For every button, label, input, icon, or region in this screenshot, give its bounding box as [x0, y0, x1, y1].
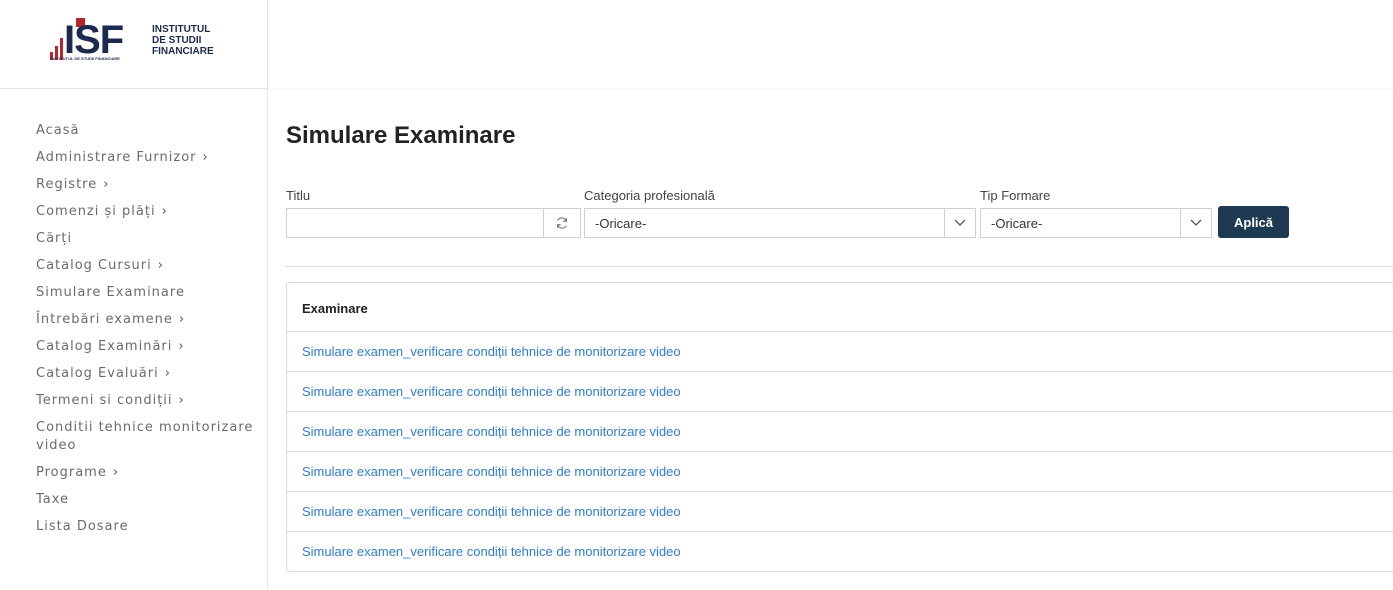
sidebar-item[interactable]: Cărți: [36, 230, 256, 248]
apply-button[interactable]: Aplică: [1218, 206, 1289, 238]
sidebar-item-label: Taxe: [36, 492, 70, 507]
isf-logo[interactable]: ISF INSTITUTUL DE STUDII FINANCIARE INST…: [50, 18, 230, 64]
logo-letters: ISF: [64, 18, 124, 62]
table-header-examinare: Examinare: [287, 283, 1393, 332]
page-title: Simulare Examinare: [286, 122, 516, 149]
sidebar-item-label: Catalog Cursuri: [36, 258, 152, 273]
chevron-right-icon: ›: [161, 204, 168, 219]
sidebar-item[interactable]: Simulare Examinare: [36, 284, 256, 302]
sidebar-item[interactable]: Catalog Examinări ›: [36, 338, 256, 356]
sidebar: ISF INSTITUTUL DE STUDII FINANCIARE INST…: [0, 0, 268, 590]
sidebar-item-label: Conditii tehnice monitorizare video: [36, 420, 254, 453]
sidebar-item-label: Catalog Examinări: [36, 339, 173, 354]
logo-institute-name: INSTITUTUL DE STUDII FINANCIARE: [152, 24, 214, 57]
title-filter-input[interactable]: [286, 208, 543, 238]
chevron-right-icon: ›: [202, 150, 209, 165]
table-row: Simulare examen_verificare condiții tehn…: [287, 532, 1393, 571]
sidebar-nav: Acasă Administrare Furnizor › Registre › Come…: [36, 122, 256, 545]
exam-link[interactable]: Simulare examen_verificare condiții tehn…: [302, 464, 681, 479]
exam-table: Examinare Simulare examen_verificare con…: [286, 282, 1393, 572]
chevron-down-icon: [944, 209, 975, 237]
category-select[interactable]: -Oricare-: [584, 208, 976, 238]
chevron-right-icon: ›: [164, 366, 171, 381]
sidebar-item-label: Simulare Examinare: [36, 285, 185, 300]
exam-link[interactable]: Simulare examen_verificare condiții tehn…: [302, 384, 681, 399]
training-type-select-value: -Oricare-: [991, 216, 1043, 231]
chevron-right-icon: ›: [157, 258, 164, 273]
sidebar-item[interactable]: Catalog Evaluări ›: [36, 365, 256, 383]
sidebar-item[interactable]: Comenzi și plăți ›: [36, 203, 256, 221]
chevron-right-icon: ›: [178, 393, 185, 408]
sidebar-item-label: Administrare Furnizor: [36, 150, 197, 165]
sidebar-item-label: Cărți: [36, 231, 73, 246]
sidebar-item-label: Lista Dosare: [36, 519, 129, 534]
chevron-down-icon: [1180, 209, 1211, 237]
top-bar: [268, 0, 1393, 88]
logo-area: ISF INSTITUTUL DE STUDII FINANCIARE INST…: [0, 0, 267, 89]
chevron-right-icon: ›: [178, 339, 185, 354]
sidebar-item[interactable]: Lista Dosare: [36, 518, 256, 536]
divider: [286, 266, 1393, 267]
table-row: Simulare examen_verificare condiții tehn…: [287, 492, 1393, 532]
sidebar-item[interactable]: Registre ›: [36, 176, 256, 194]
sidebar-item-label: Comenzi și plăți: [36, 204, 156, 219]
sidebar-item-label: Întrebări examene: [36, 312, 173, 327]
title-filter-label: Titlu: [286, 188, 311, 203]
category-filter-label: Categoria profesională: [584, 188, 715, 203]
sidebar-item-label: Catalog Evaluări: [36, 366, 159, 381]
sidebar-item[interactable]: Întrebări examene ›: [36, 311, 256, 329]
exam-link[interactable]: Simulare examen_verificare condiții tehn…: [302, 504, 681, 519]
exam-link[interactable]: Simulare examen_verificare condiții tehn…: [302, 424, 681, 439]
table-row: Simulare examen_verificare condiții tehn…: [287, 372, 1393, 412]
category-select-value: -Oricare-: [595, 216, 647, 231]
sidebar-item[interactable]: Programe ›: [36, 464, 256, 482]
sidebar-item[interactable]: Termeni si condiții ›: [36, 392, 256, 410]
sidebar-item-label: Acasă: [36, 123, 80, 138]
table-row: Simulare examen_verificare condiții tehn…: [287, 412, 1393, 452]
reset-button[interactable]: [543, 208, 581, 238]
sidebar-item-label: Registre: [36, 177, 98, 192]
sidebar-item[interactable]: Taxe: [36, 491, 256, 509]
sidebar-item[interactable]: Administrare Furnizor ›: [36, 149, 256, 167]
logo-tagline: INSTITUTUL DE STUDII FINANCIARE: [50, 56, 120, 61]
exam-link[interactable]: Simulare examen_verificare condiții tehn…: [302, 344, 681, 359]
sidebar-item-label: Programe: [36, 465, 107, 480]
sidebar-item[interactable]: Catalog Cursuri ›: [36, 257, 256, 275]
sidebar-item-label: Termeni si condiții: [36, 393, 173, 408]
chevron-right-icon: ›: [103, 177, 110, 192]
table-row: Simulare examen_verificare condiții tehn…: [287, 452, 1393, 492]
sidebar-item[interactable]: Conditii tehnice monitorizare video: [36, 419, 256, 455]
chevron-right-icon: ›: [178, 312, 186, 327]
table-row: Simulare examen_verificare condiții tehn…: [287, 332, 1393, 372]
sidebar-item[interactable]: Acasă: [36, 122, 256, 140]
refresh-icon: [557, 217, 567, 229]
training-type-filter-label: Tip Formare: [980, 188, 1051, 203]
training-type-select[interactable]: -Oricare-: [980, 208, 1212, 238]
chevron-right-icon: ›: [112, 465, 120, 480]
exam-link[interactable]: Simulare examen_verificare condiții tehn…: [302, 544, 681, 559]
